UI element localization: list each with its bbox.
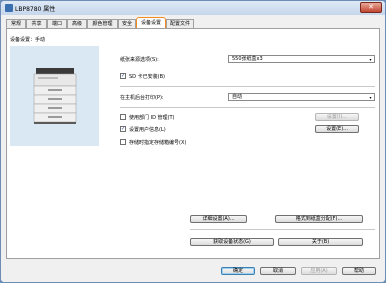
user-info-label: 设置用户信息(L) <box>129 127 166 133</box>
store-box-checkbox[interactable] <box>120 139 126 145</box>
printer-properties-window: LBP8780 属性 ✕ 常规 共享 端口 高级 颜色管理 安全 设备设置 配置… <box>0 0 386 283</box>
dropdown-arrow-icon: ▾ <box>369 57 372 62</box>
window-title: LBP8780 属性 <box>15 6 56 13</box>
user-info-checkbox[interactable]: ✓ <box>120 126 126 132</box>
ok-button[interactable]: 确定 <box>221 267 255 275</box>
cancel-button[interactable]: 取消 <box>260 267 296 275</box>
store-box-label: 存储时指定存储箱编号(X) <box>129 140 187 146</box>
separator <box>120 86 375 87</box>
paper-source-select[interactable]: 550张纸盒x3 ▾ <box>228 55 375 63</box>
printer-app-icon <box>5 4 13 12</box>
spool-value: 自动 <box>232 94 243 100</box>
printer-illustration <box>10 46 99 146</box>
form-to-tray-button[interactable]: 格式到纸盒分配(F)... <box>275 215 363 223</box>
device-settings-header: 设备设置：手动 <box>10 37 46 43</box>
about-button[interactable]: 关于(B) <box>278 238 363 246</box>
details-button[interactable]: 详细设置(A)... <box>190 215 247 223</box>
separator <box>120 107 375 108</box>
close-button[interactable]: ✕ <box>360 2 382 13</box>
dept-id-label: 使用部门 ID 管理(T) <box>129 115 175 121</box>
sd-card-label: SD 卡已安装(B) <box>129 74 165 80</box>
get-device-status-button[interactable]: 获取设备状态(G) <box>190 238 274 246</box>
help-button[interactable]: 帮助 <box>342 267 376 275</box>
dept-id-checkbox[interactable] <box>120 114 126 120</box>
paper-source-label: 纸张来源选项(S): <box>120 57 159 63</box>
spool-label: 在主机后台打印(P): <box>120 95 164 101</box>
dropdown-arrow-icon: ▾ <box>369 95 372 100</box>
title-bar: LBP8780 属性 ✕ <box>1 1 385 15</box>
sd-card-checkbox[interactable]: ✓ <box>120 73 126 79</box>
spool-select[interactable]: 自动 ▾ <box>228 93 375 101</box>
apply-button[interactable]: 应用(A) <box>301 267 337 275</box>
dept-settings-button[interactable]: 设置(I)... <box>315 113 359 121</box>
paper-source-value: 550张纸盒x3 <box>232 56 263 62</box>
printer-image <box>33 68 77 124</box>
separator <box>190 229 375 230</box>
user-settings-button[interactable]: 设置(E)... <box>315 125 359 133</box>
